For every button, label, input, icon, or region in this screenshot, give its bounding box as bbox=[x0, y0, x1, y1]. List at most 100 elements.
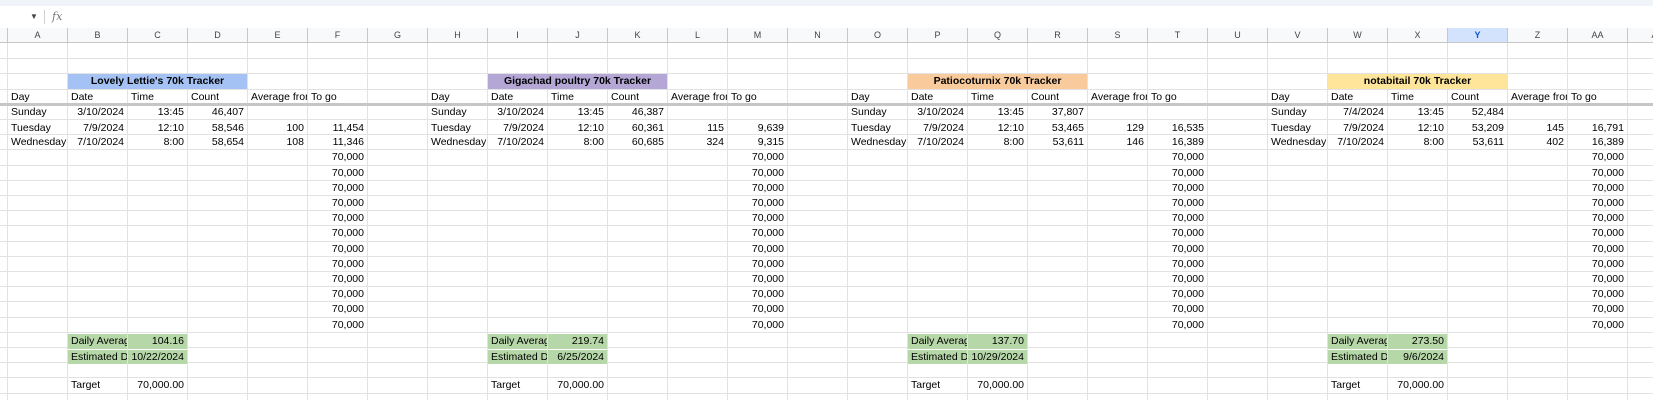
target-label[interactable]: Target bbox=[68, 378, 127, 392]
table-cell[interactable]: 12:10 bbox=[128, 121, 187, 135]
column-header-q[interactable]: Q bbox=[968, 28, 1028, 43]
to-go-cell[interactable]: 70,000 bbox=[308, 166, 367, 180]
table-cell[interactable]: Tuesday bbox=[1268, 121, 1327, 135]
to-go-cell[interactable]: 70,000 bbox=[728, 272, 787, 286]
to-go-cell[interactable]: 70,000 bbox=[1148, 211, 1207, 225]
to-go-cell[interactable]: 70,000 bbox=[1148, 166, 1207, 180]
table-cell[interactable]: 13:45 bbox=[128, 105, 187, 119]
estimated-date-label[interactable]: Estimated Da bbox=[68, 349, 127, 364]
column-label[interactable]: Count bbox=[608, 90, 667, 104]
column-header-e[interactable]: E bbox=[248, 28, 308, 43]
table-cell[interactable]: 8:00 bbox=[1388, 135, 1447, 149]
daily-average-label[interactable]: Daily Averag bbox=[68, 334, 127, 349]
column-label[interactable]: To go bbox=[1568, 90, 1627, 104]
column-header-b[interactable]: B bbox=[68, 28, 128, 43]
table-cell[interactable]: 7/10/2024 bbox=[488, 135, 547, 149]
table-cell[interactable]: 7/10/2024 bbox=[908, 135, 967, 149]
to-go-cell[interactable]: 70,000 bbox=[308, 242, 367, 256]
column-label[interactable]: To go bbox=[1148, 90, 1207, 104]
table-cell[interactable]: 3/10/2024 bbox=[488, 105, 547, 119]
table-cell[interactable]: 58,654 bbox=[188, 135, 247, 149]
to-go-cell[interactable]: 70,000 bbox=[308, 226, 367, 240]
to-go-cell[interactable]: 70,000 bbox=[1568, 196, 1627, 210]
table-cell[interactable]: 7/9/2024 bbox=[488, 121, 547, 135]
table-cell[interactable]: 7/10/2024 bbox=[68, 135, 127, 149]
column-label[interactable]: Average fron bbox=[248, 90, 307, 104]
table-cell[interactable]: 8:00 bbox=[548, 135, 607, 149]
table-cell[interactable]: 108 bbox=[248, 135, 307, 149]
table-cell[interactable]: 7/9/2024 bbox=[1328, 121, 1387, 135]
table-cell[interactable]: 46,407 bbox=[188, 105, 247, 119]
table-cell[interactable]: 129 bbox=[1088, 121, 1147, 135]
table-cell[interactable]: 53,611 bbox=[1028, 135, 1087, 149]
table-cell[interactable]: 402 bbox=[1508, 135, 1567, 149]
table-cell[interactable]: Sunday bbox=[428, 105, 487, 119]
table-cell[interactable]: 12:10 bbox=[1388, 121, 1447, 135]
to-go-cell[interactable]: 70,000 bbox=[1148, 318, 1207, 332]
column-label[interactable]: Time bbox=[548, 90, 607, 104]
to-go-cell[interactable]: 70,000 bbox=[1568, 318, 1627, 332]
table-cell[interactable]: Wednesday bbox=[848, 135, 907, 149]
table-cell[interactable]: 53,465 bbox=[1028, 121, 1087, 135]
column-label[interactable]: Day bbox=[428, 90, 487, 104]
column-header-j[interactable]: J bbox=[548, 28, 608, 43]
table-cell[interactable]: 53,209 bbox=[1448, 121, 1507, 135]
daily-average-label[interactable]: Daily Averag bbox=[1328, 334, 1387, 349]
column-header-w[interactable]: W bbox=[1328, 28, 1388, 43]
to-go-cell[interactable]: 70,000 bbox=[308, 287, 367, 301]
to-go-cell[interactable]: 70,000 bbox=[1568, 226, 1627, 240]
tracker-title[interactable]: notabitail 70k Tracker bbox=[1328, 74, 1507, 89]
estimated-date-label[interactable]: Estimated Da bbox=[1328, 349, 1387, 364]
table-cell[interactable]: Wednesday bbox=[428, 135, 487, 149]
tracker-title[interactable]: Lovely Lettie's 70k Tracker bbox=[68, 74, 247, 89]
estimated-date-label[interactable]: Estimated Da bbox=[908, 349, 967, 364]
column-header-r[interactable]: R bbox=[1028, 28, 1088, 43]
column-header-t[interactable]: T bbox=[1148, 28, 1208, 43]
to-go-cell[interactable]: 70,000 bbox=[1568, 302, 1627, 316]
table-cell[interactable]: 11,346 bbox=[308, 135, 367, 149]
to-go-cell[interactable]: 70,000 bbox=[728, 166, 787, 180]
select-all-corner[interactable] bbox=[0, 28, 8, 43]
to-go-cell[interactable]: 70,000 bbox=[308, 211, 367, 225]
table-cell[interactable]: 115 bbox=[668, 121, 727, 135]
daily-average-value[interactable]: 137.70 bbox=[968, 334, 1027, 349]
daily-average-label[interactable]: Daily Averag bbox=[908, 334, 967, 349]
column-header-f[interactable]: F bbox=[308, 28, 368, 43]
daily-average-value[interactable]: 273.50 bbox=[1388, 334, 1447, 349]
table-cell[interactable]: 9,315 bbox=[728, 135, 787, 149]
column-label[interactable]: Average fron bbox=[668, 90, 727, 104]
column-label[interactable]: To go bbox=[308, 90, 367, 104]
column-header-x[interactable]: X bbox=[1388, 28, 1448, 43]
target-label[interactable]: Target bbox=[1328, 378, 1387, 392]
table-cell[interactable]: Sunday bbox=[848, 105, 907, 119]
column-label[interactable]: Date bbox=[68, 90, 127, 104]
table-cell[interactable]: 3/10/2024 bbox=[908, 105, 967, 119]
estimated-date-value[interactable]: 9/6/2024 bbox=[1388, 349, 1447, 364]
to-go-cell[interactable]: 70,000 bbox=[728, 287, 787, 301]
column-label[interactable]: Time bbox=[128, 90, 187, 104]
table-cell[interactable]: 12:10 bbox=[968, 121, 1027, 135]
target-value[interactable]: 70,000.00 bbox=[548, 378, 607, 392]
table-cell[interactable]: 3/10/2024 bbox=[68, 105, 127, 119]
to-go-cell[interactable]: 70,000 bbox=[728, 181, 787, 195]
estimated-date-value[interactable]: 10/29/2024 bbox=[968, 349, 1027, 364]
column-header-u[interactable]: U bbox=[1208, 28, 1268, 43]
daily-average-value[interactable]: 104.16 bbox=[128, 334, 187, 349]
column-header-p[interactable]: P bbox=[908, 28, 968, 43]
to-go-cell[interactable]: 70,000 bbox=[1568, 211, 1627, 225]
column-label[interactable]: To go bbox=[728, 90, 787, 104]
estimated-date-value[interactable]: 10/22/2024 bbox=[128, 349, 187, 364]
to-go-cell[interactable]: 70,000 bbox=[728, 150, 787, 164]
table-cell[interactable]: 52,484 bbox=[1448, 105, 1507, 119]
table-cell[interactable]: 13:45 bbox=[968, 105, 1027, 119]
table-cell[interactable]: 12:10 bbox=[548, 121, 607, 135]
to-go-cell[interactable]: 70,000 bbox=[1568, 242, 1627, 256]
column-header-y[interactable]: Y bbox=[1448, 28, 1508, 43]
table-cell[interactable]: 53,611 bbox=[1448, 135, 1507, 149]
table-cell[interactable]: Tuesday bbox=[848, 121, 907, 135]
column-label[interactable]: Date bbox=[908, 90, 967, 104]
dropdown-arrow-icon[interactable]: ▼ bbox=[30, 12, 38, 21]
daily-average-value[interactable]: 219.74 bbox=[548, 334, 607, 349]
to-go-cell[interactable]: 70,000 bbox=[1148, 181, 1207, 195]
table-cell[interactable]: 60,361 bbox=[608, 121, 667, 135]
